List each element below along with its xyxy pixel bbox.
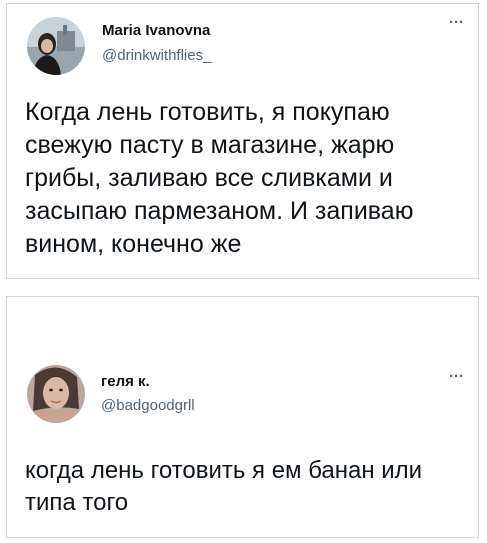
tweet-card[interactable]: геля к. @badgoodgrll ··· когда лень гото… [6,296,479,538]
author-handle[interactable]: @drinkwithflies_ [102,47,211,64]
avatar[interactable] [27,17,85,75]
more-options-icon[interactable]: ··· [449,14,464,31]
tweet-text: когда лень готовить я ем банан или типа … [25,457,423,516]
avatar-photo-icon [27,365,85,423]
tweet-text: Когда лень готовить, я покупаю свежую па… [25,98,414,258]
author-handle[interactable]: @badgoodgrll [101,397,195,414]
avatar[interactable] [27,365,85,423]
author-name[interactable]: Maria Ivanovna [102,22,210,39]
avatar-photo-icon [27,17,85,75]
more-options-icon[interactable]: ··· [449,368,464,385]
tweet-card[interactable]: Maria Ivanovna @drinkwithflies_ ··· Когд… [6,3,479,279]
author-name[interactable]: геля к. [101,373,150,390]
